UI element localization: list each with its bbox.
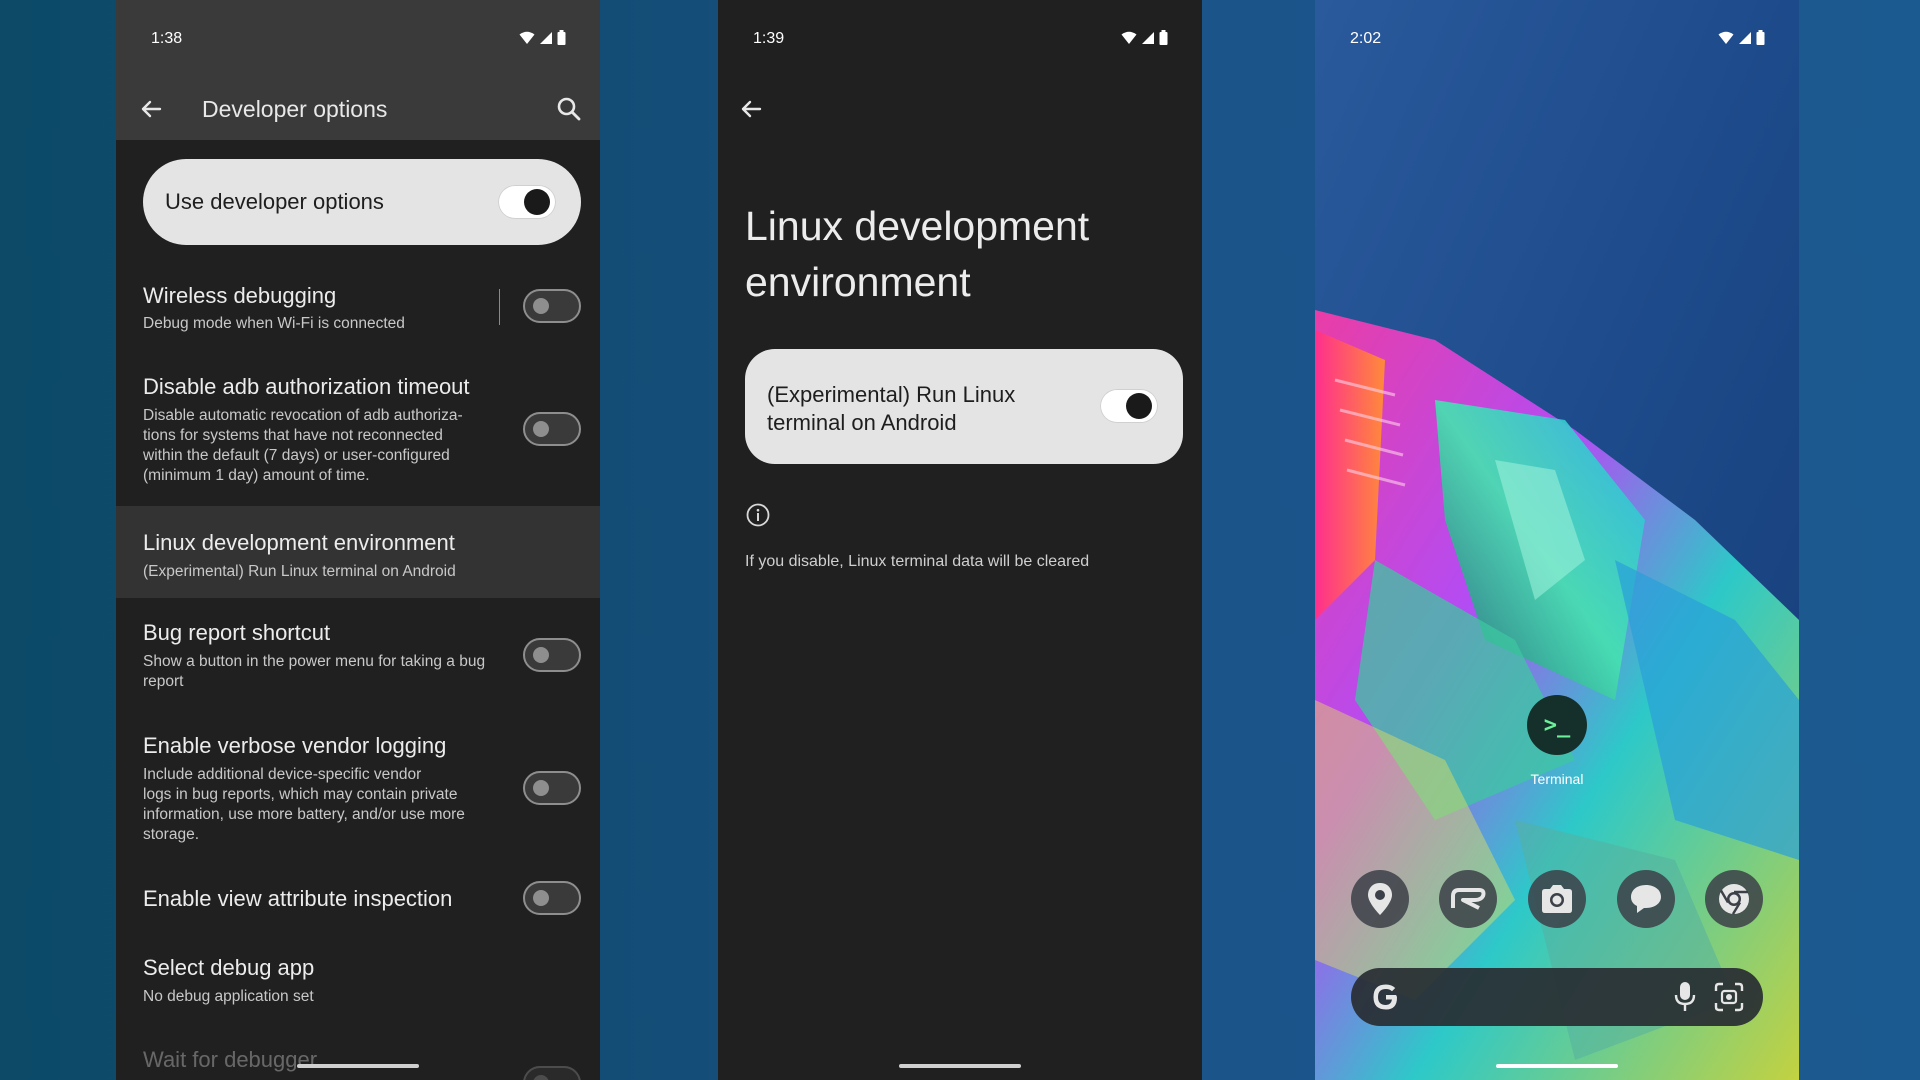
wifi-icon [1718, 31, 1734, 44]
status-time: 1:39 [753, 30, 785, 47]
status-bar: 2:02 [1315, 0, 1799, 76]
messages-icon[interactable] [1617, 870, 1675, 928]
signal-icon [540, 31, 552, 44]
page-title: Linux development environment [745, 203, 1090, 305]
gesture-nav-handle[interactable] [1496, 1064, 1618, 1068]
setting-summary: Include additional device-specific vendo… [143, 765, 503, 845]
terminal-prompt-icon: >_ [1543, 712, 1571, 738]
wait-for-debugger-switch[interactable] [523, 1066, 581, 1080]
google-search-bar[interactable] [1351, 968, 1763, 1026]
summary-line: report [143, 673, 184, 690]
maps-icon[interactable] [1351, 870, 1409, 928]
google-lens-icon[interactable] [1713, 981, 1745, 1013]
gesture-nav-handle[interactable] [297, 1064, 419, 1068]
chrome-icon[interactable] [1705, 870, 1763, 928]
status-icons [1121, 30, 1168, 45]
status-icons [1718, 30, 1765, 45]
status-bar: 1:38 [116, 0, 600, 76]
microphone-icon[interactable] [1673, 981, 1697, 1013]
status-time: 1:38 [151, 30, 183, 47]
switch-knob [533, 298, 549, 314]
home-screen: 2:02 >_ Terminal [1315, 0, 1799, 1080]
disable-warning-text: If you disable, Linux terminal data will… [745, 553, 1090, 570]
summary-line: tions for systems that have not reconnec… [143, 427, 443, 444]
back-arrow-icon[interactable] [136, 94, 166, 124]
view-attribute-inspection-switch[interactable] [523, 881, 581, 915]
setting-summary: (Experimental) Run Linux terminal on And… [143, 563, 456, 580]
info-icon [746, 503, 770, 527]
adb-timeout-switch[interactable] [523, 412, 581, 446]
signal-icon [1739, 31, 1751, 44]
setting-linux-development-environment[interactable]: Linux development environment (Experimen… [116, 506, 600, 598]
use-developer-options-switch[interactable] [498, 185, 556, 219]
switch-knob [533, 647, 549, 663]
use-developer-options-label: Use developer options [165, 189, 384, 214]
use-developer-options-card[interactable]: Use developer options [143, 159, 581, 245]
wifi-icon [519, 31, 535, 44]
status-icons [519, 30, 566, 45]
summary-line: Show a button in the power menu for taki… [143, 653, 486, 670]
run-linux-terminal-label: (Experimental) Run Linux terminal on And… [767, 382, 1016, 435]
switch-knob [533, 1075, 549, 1080]
verbose-vendor-logging-switch[interactable] [523, 771, 581, 805]
summary-line: Disable automatic revocation of adb auth… [143, 407, 463, 424]
status-bar: 1:39 [718, 0, 1202, 76]
setting-select-debug-app[interactable]: Select debug app No debug application se… [116, 955, 600, 1015]
summary-line: within the default (7 days) or user-conf… [143, 447, 450, 464]
run-linux-terminal-switch[interactable] [1100, 389, 1158, 423]
gesture-nav-handle[interactable] [899, 1064, 1021, 1068]
divider [499, 289, 500, 325]
rush-app-icon[interactable] [1439, 870, 1497, 928]
search-icon[interactable] [554, 94, 584, 124]
setting-title: Enable verbose vendor logging [143, 733, 447, 758]
battery-icon [1159, 30, 1168, 45]
setting-title: Select debug app [143, 955, 315, 980]
setting-summary: No debug application set [143, 988, 314, 1005]
setting-title: Wireless debugging [143, 283, 337, 308]
switch-knob [533, 780, 549, 796]
back-arrow-icon[interactable] [736, 94, 766, 124]
bug-report-shortcut-switch[interactable] [523, 638, 581, 672]
wifi-icon [1121, 31, 1137, 44]
google-g-icon [1373, 984, 1397, 1010]
developer-options-screen: 1:38 Developer options Use developer opt… [116, 0, 600, 1080]
switch-knob [533, 421, 549, 437]
summary-line: logs in bug reports, which may contain p… [143, 786, 458, 803]
app-bar: 1:38 Developer options [116, 0, 600, 140]
summary-line: information, use more battery, and/or us… [143, 806, 465, 823]
summary-line: (minimum 1 day) amount of time. [143, 467, 370, 484]
terminal-app-label: Terminal [1530, 771, 1584, 787]
switch-knob [1126, 393, 1152, 419]
app-dock [1315, 870, 1799, 932]
setting-title: Linux development environment [143, 530, 455, 555]
wireless-debugging-switch[interactable] [523, 289, 581, 323]
setting-summary: Disable automatic revocation of adb auth… [143, 406, 503, 486]
switch-knob [533, 890, 549, 906]
run-linux-terminal-card[interactable]: (Experimental) Run Linux terminal on And… [745, 349, 1183, 464]
setting-summary: Show a button in the power menu for taki… [143, 652, 513, 692]
battery-icon [1756, 30, 1765, 45]
switch-knob [524, 189, 550, 215]
linux-dev-env-screen: 1:39 Linux development environment (Expe… [718, 0, 1202, 1080]
setting-summary: Debug mode when Wi-Fi is connected [143, 315, 405, 332]
setting-title: Enable view attribute inspection [143, 886, 453, 911]
setting-title: Disable adb authorization timeout [143, 374, 470, 399]
setting-title: Bug report shortcut [143, 620, 331, 645]
summary-line: Include additional device-specific vendo… [143, 766, 422, 783]
page-title: Developer options [202, 96, 388, 122]
setting-title: Wait for debugger [143, 1047, 318, 1072]
terminal-app-icon[interactable]: >_ [1527, 695, 1587, 755]
status-time: 2:02 [1350, 30, 1382, 47]
signal-icon [1142, 31, 1154, 44]
summary-line: storage. [143, 826, 200, 843]
camera-icon[interactable] [1528, 870, 1586, 928]
battery-icon [557, 30, 566, 45]
